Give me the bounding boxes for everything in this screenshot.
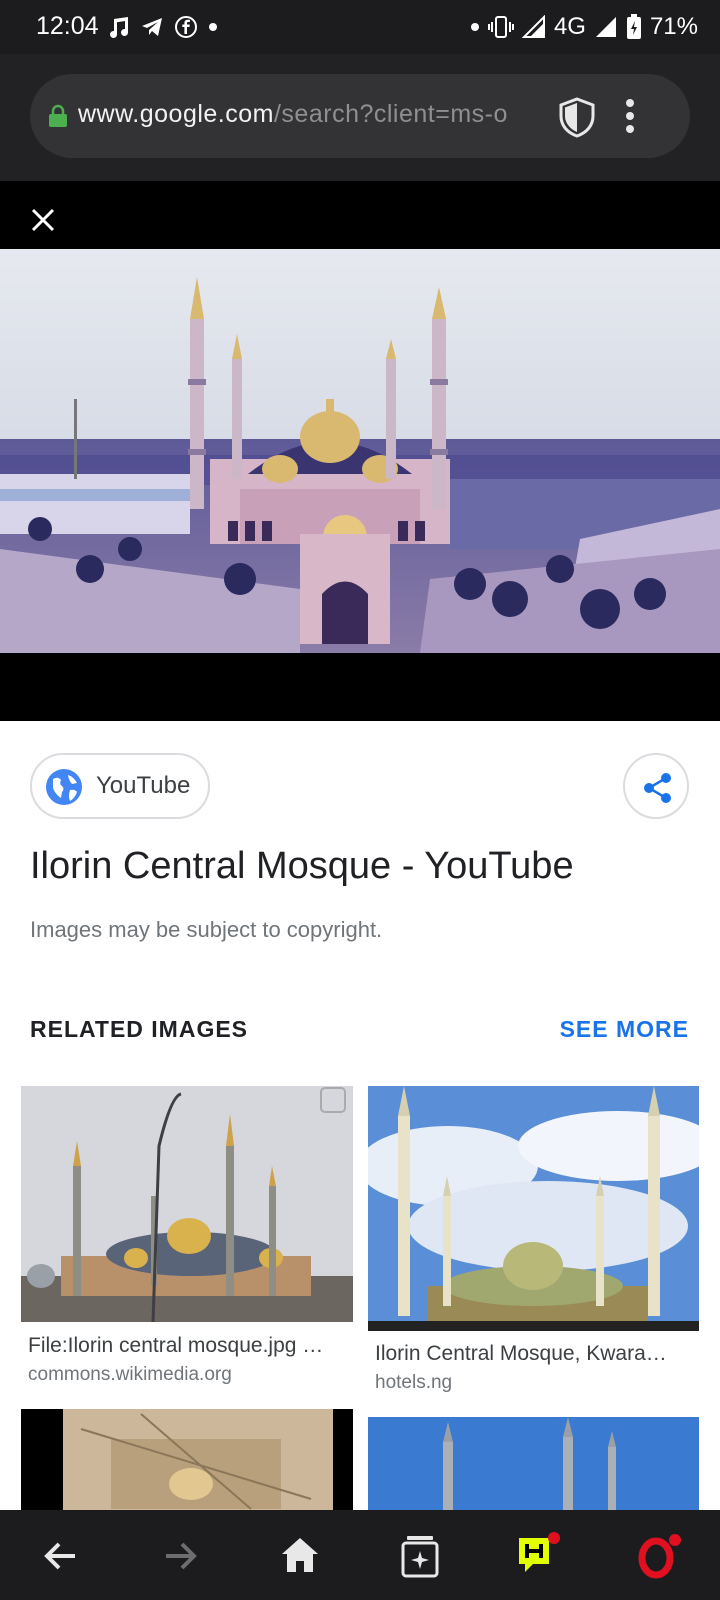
notification-icons: [108, 12, 218, 42]
source-label: YouTube: [96, 772, 191, 799]
preview-image[interactable]: [0, 249, 720, 653]
address-bar[interactable]: www.google.com/search?client=ms-o: [30, 74, 690, 158]
image-viewer: [0, 181, 720, 721]
copyright-note: Images may be subject to copyright.: [30, 917, 383, 942]
shield-icon[interactable]: [558, 96, 596, 138]
telegram-icon: [142, 18, 162, 36]
related-image-2[interactable]: [368, 1086, 699, 1331]
mosque-image: [0, 249, 720, 653]
related-image-4[interactable]: [368, 1417, 699, 1510]
signal-icon: [521, 15, 545, 38]
globe-icon: [46, 769, 82, 805]
dot-icon: [209, 23, 217, 31]
share-button[interactable]: [623, 753, 689, 819]
data-arrows-icon: [595, 16, 616, 37]
url-text[interactable]: www.google.com/search?client=ms-o: [78, 100, 573, 134]
browser-toolbar: www.google.com/search?client=ms-o: [0, 54, 720, 181]
status-time: 12:04: [36, 12, 99, 40]
related-image-2-title[interactable]: Ilorin Central Mosque, Kwara…: [375, 1342, 695, 1366]
vibrate-icon: [487, 16, 514, 38]
network-type: 4G: [553, 13, 586, 40]
share-icon: [644, 773, 671, 803]
music-note-icon: [110, 17, 129, 38]
close-icon[interactable]: [28, 205, 58, 235]
related-image-2-source: hotels.ng: [375, 1372, 453, 1393]
battery-icon: [626, 14, 641, 39]
opera-menu-icon[interactable]: [636, 1532, 684, 1580]
url-path: /search?client=ms-o: [273, 100, 508, 128]
facebook-icon: [175, 16, 197, 38]
lock-icon: [49, 104, 67, 127]
mosque-thumbnail-1: [21, 1086, 353, 1322]
source-chip[interactable]: YouTube: [30, 753, 210, 819]
dot-icon: [470, 23, 479, 31]
related-image-1-source: commons.wikimedia.org: [28, 1364, 232, 1385]
url-domain: www.google.com: [78, 100, 274, 128]
result-title[interactable]: Ilorin Central Mosque - YouTube: [30, 845, 574, 888]
system-status: 4G 71%: [470, 12, 698, 42]
mosque-thumbnail-3: [21, 1409, 353, 1510]
home-icon[interactable]: [276, 1532, 324, 1580]
tabs-icon[interactable]: [396, 1532, 444, 1580]
related-image-1-title[interactable]: File:Ilorin central mosque.jpg …: [28, 1334, 348, 1358]
mosque-thumbnail-2: [368, 1086, 699, 1331]
status-bar: 12:04 4G 71%: [0, 0, 720, 54]
game-hub-icon[interactable]: [515, 1532, 563, 1580]
forward-icon[interactable]: [156, 1532, 204, 1580]
more-options-icon[interactable]: [616, 96, 644, 136]
bottom-navigation: [0, 1510, 720, 1600]
related-images-heading: RELATED IMAGES: [30, 1016, 249, 1042]
back-icon[interactable]: [37, 1532, 85, 1580]
battery-level: 71%: [649, 13, 698, 40]
related-image-1[interactable]: [21, 1086, 353, 1322]
related-image-3[interactable]: [21, 1409, 353, 1510]
see-more-link[interactable]: SEE MORE: [560, 1016, 689, 1043]
mosque-thumbnail-4: [368, 1417, 699, 1510]
